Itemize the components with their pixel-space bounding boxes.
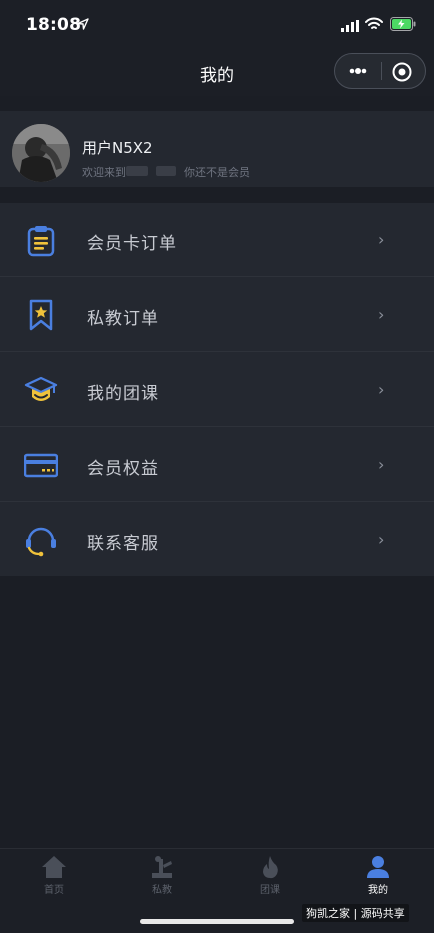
headset-icon	[26, 527, 56, 557]
home-indicator	[140, 919, 294, 924]
menu-item-label: 我的团课	[87, 384, 159, 404]
nav-bar: 我的	[0, 48, 434, 96]
tab-label: 首页	[44, 885, 64, 896]
watermark: 狗凯之家 | 源码共享	[302, 904, 409, 922]
welcome-text: 欢迎来到	[82, 166, 126, 179]
menu-item-label: 私教订单	[87, 309, 159, 329]
chevron-right-icon: ›	[378, 380, 385, 399]
menu-item-customer-service[interactable]: 联系客服 ›	[0, 503, 434, 577]
user-icon	[367, 856, 389, 878]
graduation-cap-icon	[24, 376, 58, 401]
divider	[0, 276, 434, 277]
avatar[interactable]	[12, 124, 70, 182]
more-icon[interactable]	[344, 62, 372, 80]
profile-card[interactable]: 用户N5X2 欢迎来到 你还不是会员	[0, 111, 434, 187]
tab-label: 团课	[260, 885, 280, 896]
membership-status: 你还不是会员	[184, 166, 250, 179]
tab-group-classes[interactable]: 团课	[235, 855, 305, 905]
status-time: 18:08	[26, 15, 82, 35]
divider	[0, 501, 434, 502]
redacted-block	[156, 166, 176, 176]
clipboard-icon	[27, 226, 55, 257]
menu-list: 会员卡订单 › 私教订单 › 我的团课 › 会员权益 › 联系客服 ›	[0, 203, 434, 576]
username: 用户N5X2	[82, 139, 153, 157]
tab-mine[interactable]: 我的	[343, 855, 413, 905]
divider	[0, 351, 434, 352]
home-icon	[42, 856, 66, 878]
menu-item-group-classes[interactable]: 我的团课 ›	[0, 353, 434, 427]
menu-item-private-orders[interactable]: 私教订单 ›	[0, 278, 434, 352]
tab-private-training[interactable]: 私教	[127, 855, 197, 905]
menu-item-label: 会员权益	[87, 459, 159, 479]
chevron-right-icon: ›	[378, 530, 385, 549]
cellular-signal-icon	[341, 20, 359, 32]
menu-item-membership-orders[interactable]: 会员卡订单 ›	[0, 203, 434, 277]
status-bar: 18:08	[0, 0, 434, 48]
close-mini-program-icon[interactable]	[391, 61, 413, 83]
chevron-right-icon: ›	[378, 305, 385, 324]
redacted-block	[126, 166, 148, 176]
battery-charging-icon	[390, 17, 416, 31]
chevron-right-icon: ›	[378, 230, 385, 249]
bookmark-star-icon	[29, 299, 53, 331]
location-arrow-icon	[77, 18, 89, 30]
divider	[0, 426, 434, 427]
fitness-icon	[152, 856, 172, 878]
tab-home[interactable]: 首页	[19, 855, 89, 905]
wifi-icon	[365, 17, 383, 29]
card-icon	[24, 453, 58, 478]
tab-label: 私教	[152, 885, 172, 896]
chevron-right-icon: ›	[378, 455, 385, 474]
capsule-divider	[381, 62, 382, 80]
flame-icon	[263, 856, 278, 879]
mini-program-capsule	[334, 53, 426, 89]
tab-label: 我的	[368, 885, 388, 896]
menu-item-label: 联系客服	[87, 534, 159, 554]
menu-item-label: 会员卡订单	[87, 234, 177, 254]
menu-item-member-benefits[interactable]: 会员权益 ›	[0, 428, 434, 502]
